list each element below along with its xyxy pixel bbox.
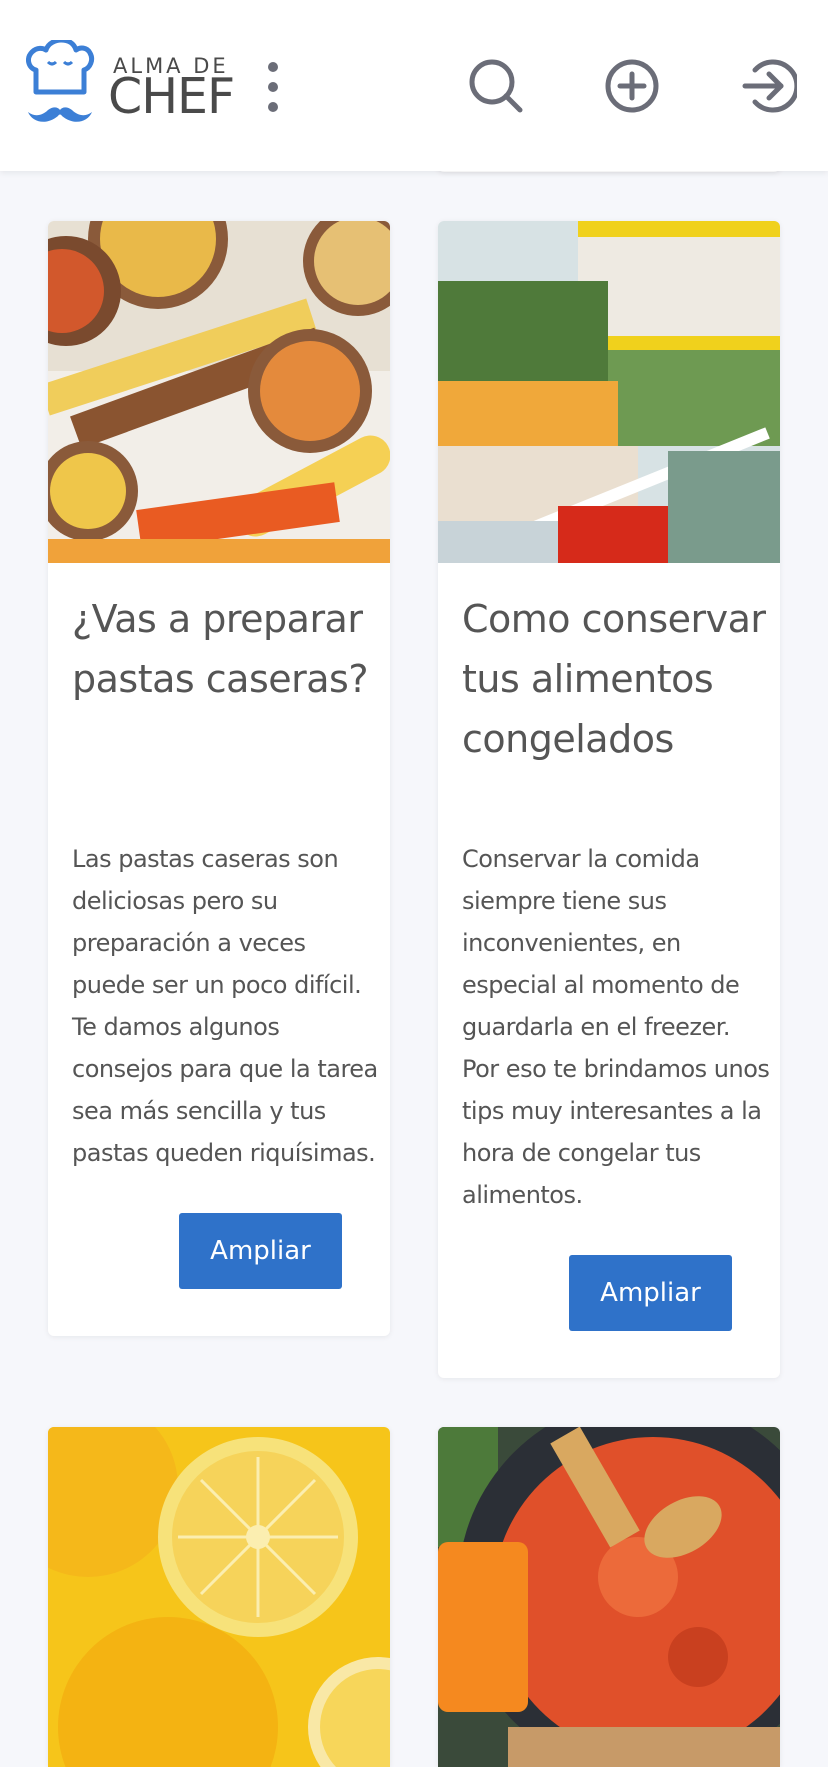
pasta-image [48, 221, 390, 563]
more-vertical-icon[interactable] [262, 60, 284, 114]
search-icon[interactable] [468, 58, 524, 114]
alma-de-chef-logo[interactable]: ALMA DE CHEF [26, 40, 236, 132]
add-circle-icon[interactable] [604, 58, 660, 114]
login-icon[interactable] [741, 58, 800, 114]
frozen-food-image [438, 221, 780, 563]
card-description: Conservar la comida siempre tiene sus in… [462, 845, 770, 1209]
logo-text-chef: CHEF [108, 68, 235, 125]
article-card-lemons [48, 1427, 390, 1767]
ampliar-button[interactable]: Ampliar [569, 1255, 732, 1331]
tomato-sauce-image [438, 1427, 780, 1767]
article-card-congelados: Como conservar tus alimentos congelados … [438, 221, 780, 1378]
card-title: ¿Vas a preparar pastas caseras? [72, 597, 369, 701]
lemons-image [48, 1427, 390, 1767]
app-header: ALMA DE CHEF [0, 0, 828, 171]
article-card-pastas: ¿Vas a preparar pastas caseras? Las past… [48, 221, 390, 1336]
chef-hat-logo-icon [26, 40, 95, 122]
card-description: Las pastas caseras son deliciosas pero s… [72, 845, 378, 1167]
card-title: Como conservar tus alimentos congelados [462, 597, 766, 761]
ampliar-button[interactable]: Ampliar [179, 1213, 342, 1289]
article-card-sauce [438, 1427, 780, 1767]
